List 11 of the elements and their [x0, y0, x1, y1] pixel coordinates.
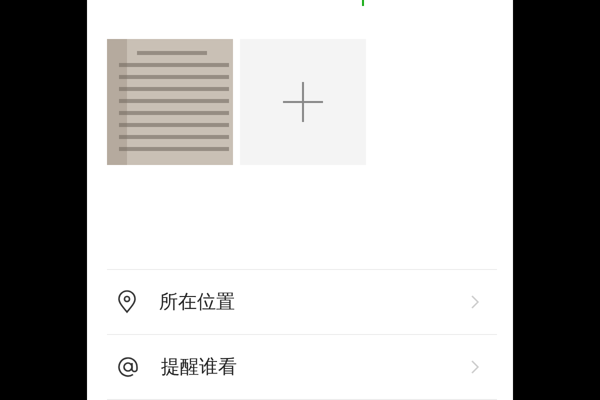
location-pin-icon — [117, 290, 137, 314]
at-sign-icon — [117, 356, 139, 378]
option-row[interactable]: 提醒谁看 — [107, 335, 497, 400]
chevron-right-icon — [471, 360, 479, 374]
plus-icon — [283, 82, 323, 122]
option-label: 提醒谁看 — [161, 355, 238, 380]
add-photo-button[interactable] — [240, 38, 366, 165]
option-row[interactable]: 所在位置 — [107, 270, 497, 335]
chevron-right-icon — [471, 295, 479, 309]
option-label: 所在位置 — [159, 290, 236, 315]
text-cursor — [362, 0, 364, 6]
